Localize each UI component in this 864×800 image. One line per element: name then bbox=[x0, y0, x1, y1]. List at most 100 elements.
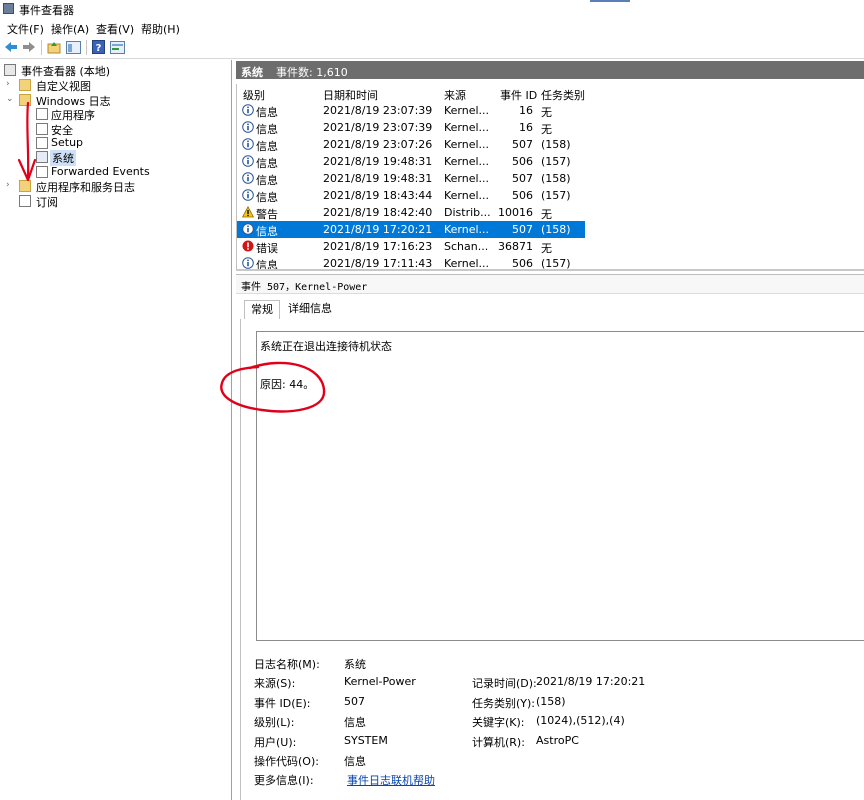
console-tree-icon[interactable] bbox=[65, 39, 81, 55]
cell-datetime: 2021/8/19 23:07:26 bbox=[323, 138, 433, 151]
cell-task: 无 bbox=[541, 123, 552, 136]
cell-event-id: 507 bbox=[512, 172, 533, 185]
column-header-level[interactable]: 级别 bbox=[243, 87, 265, 103]
event-list: 级别 日期和时间 来源 事件 ID 任务类别 信息 2021/8/19 23:07… bbox=[236, 84, 864, 270]
table-row[interactable]: 信息 2021/8/19 23:07:39 Kernel... 16 无 bbox=[237, 102, 585, 119]
forward-arrow-icon[interactable] bbox=[21, 39, 37, 55]
warning-icon bbox=[241, 205, 255, 218]
tree-item-application[interactable]: 应用程序 bbox=[36, 107, 226, 122]
column-header-event-id[interactable]: 事件 ID bbox=[500, 87, 537, 103]
help-icon[interactable]: ? bbox=[90, 39, 106, 55]
cell-source: Kernel... bbox=[444, 104, 490, 117]
log-icon bbox=[36, 151, 48, 163]
event-log-online-help-link[interactable]: 事件日志联机帮助 bbox=[347, 772, 435, 788]
cell-level: 信息 bbox=[256, 191, 278, 204]
info-icon bbox=[242, 138, 254, 150]
subscription-icon bbox=[19, 195, 31, 207]
recorded-value: 2021/8/19 17:20:21 bbox=[536, 675, 646, 688]
up-folder-icon[interactable] bbox=[46, 39, 62, 55]
log-name: 系统 bbox=[241, 66, 263, 79]
tree-item-security[interactable]: 安全 bbox=[36, 122, 226, 137]
tree-item-label: 自定义视图 bbox=[36, 80, 91, 93]
task-label: 任务类别(Y): bbox=[472, 697, 536, 710]
recorded-label: 记录时间(D): bbox=[472, 677, 537, 690]
column-header-datetime[interactable]: 日期和时间 bbox=[323, 87, 378, 103]
table-row[interactable]: 警告 2021/8/19 18:42:40 Distrib... 10016 无 bbox=[237, 204, 585, 221]
cell-event-id: 16 bbox=[519, 121, 533, 134]
table-row[interactable]: 信息 2021/8/19 23:07:26 Kernel... 507 (158) bbox=[237, 136, 585, 153]
tree-item-forwarded-events[interactable]: Forwarded Events bbox=[36, 165, 226, 179]
event-reason-line: 原因: 44。 bbox=[260, 378, 315, 391]
column-header-source[interactable]: 来源 bbox=[444, 87, 466, 103]
menu-help[interactable]: 帮助(H) bbox=[141, 21, 180, 37]
menu-view[interactable]: 查看(V) bbox=[96, 21, 134, 37]
menu-action[interactable]: 操作(A) bbox=[51, 21, 89, 37]
column-header-task[interactable]: 任务类别 bbox=[541, 87, 585, 103]
toolbar-separator bbox=[41, 40, 42, 55]
tree-item-label: 订阅 bbox=[36, 196, 58, 209]
tree-item-label: Forwarded Events bbox=[51, 165, 150, 178]
cell-event-id: 10016 bbox=[498, 206, 533, 219]
table-row[interactable]: 信息 2021/8/19 19:48:31 Kernel... 506 (157) bbox=[237, 153, 585, 170]
windows-log-folder-icon bbox=[19, 94, 31, 106]
table-row[interactable]: 错误 2021/8/19 17:16:23 Schan... 36871 无 bbox=[237, 238, 585, 255]
computer-label: 计算机(R): bbox=[472, 736, 525, 749]
chevron-right-icon[interactable]: › bbox=[6, 79, 14, 89]
tree-item-custom-views[interactable]: › 自定义视图 bbox=[6, 78, 226, 93]
list-splitter[interactable] bbox=[236, 269, 864, 271]
cell-source: Kernel... bbox=[444, 223, 490, 236]
more-info-label: 更多信息(I): bbox=[254, 774, 314, 787]
source-value: Kernel-Power bbox=[344, 675, 416, 688]
chevron-right-icon[interactable]: › bbox=[6, 180, 14, 190]
table-row[interactable]: 信息 2021/8/19 19:48:31 Kernel... 507 (158) bbox=[237, 170, 585, 187]
table-row[interactable]: 信息 2021/8/19 23:07:39 Kernel... 16 无 bbox=[237, 119, 585, 136]
level-label: 级别(L): bbox=[254, 716, 295, 729]
tab-details[interactable]: 详细信息 bbox=[282, 300, 338, 318]
info-icon bbox=[242, 121, 254, 133]
cell-datetime: 2021/8/19 17:16:23 bbox=[323, 240, 433, 253]
event-message-box[interactable]: 系统正在退出连接待机状态 原因: 44。 bbox=[256, 331, 864, 641]
task-value: (158) bbox=[536, 695, 566, 708]
event-viewer-app-icon bbox=[3, 3, 14, 14]
tab-general[interactable]: 常规 bbox=[244, 300, 280, 320]
cell-level: 警告 bbox=[256, 208, 278, 221]
cell-task: (158) bbox=[541, 138, 571, 151]
cell-level: 信息 bbox=[256, 123, 278, 136]
log-icon bbox=[36, 137, 48, 149]
cell-task: 无 bbox=[541, 242, 552, 255]
chevron-down-icon[interactable]: ⌄ bbox=[6, 94, 14, 104]
tree-item-windows-logs[interactable]: ⌄ Windows 日志 bbox=[6, 93, 226, 108]
event-message-line: 系统正在退出连接待机状态 bbox=[260, 340, 392, 353]
log-name-value: 系统 bbox=[344, 658, 366, 671]
info-icon bbox=[242, 104, 254, 116]
table-row[interactable]: 信息 2021/8/19 18:43:44 Kernel... 506 (157) bbox=[237, 187, 585, 204]
menu-file[interactable]: 文件(F) bbox=[7, 21, 44, 37]
cell-event-id: 16 bbox=[519, 104, 533, 117]
properties-icon[interactable] bbox=[109, 39, 125, 55]
cell-task: 无 bbox=[541, 106, 552, 119]
event-detail-title-text: 事件 507，Kernel-Power bbox=[241, 282, 368, 293]
table-row[interactable]: 信息 2021/8/19 17:11:43 Kernel... 506 (157) bbox=[237, 255, 585, 270]
cell-datetime: 2021/8/19 19:48:31 bbox=[323, 155, 433, 168]
event-id-label: 事件 ID(E): bbox=[254, 697, 311, 710]
level-value: 信息 bbox=[344, 716, 366, 729]
folder-icon bbox=[19, 79, 31, 91]
cell-level: 信息 bbox=[256, 106, 278, 119]
tree-item-app-services-logs[interactable]: › 应用程序和服务日志 bbox=[6, 179, 226, 194]
log-icon bbox=[36, 123, 48, 135]
back-arrow-icon[interactable] bbox=[3, 39, 19, 55]
tree-item-setup[interactable]: Setup bbox=[36, 136, 226, 150]
opcode-label: 操作代码(O): bbox=[254, 755, 319, 768]
user-value: SYSTEM bbox=[344, 734, 388, 747]
cell-datetime: 2021/8/19 23:07:39 bbox=[323, 121, 433, 134]
table-row[interactable]: 信息 2021/8/19 17:20:21 Kernel... 507 (158) bbox=[237, 221, 585, 238]
tree-item-system[interactable]: 系统 bbox=[36, 150, 226, 166]
tree-item-root[interactable]: 事件查看器 (本地) bbox=[4, 63, 224, 78]
cell-level: 信息 bbox=[256, 174, 278, 187]
detail-tabs: 常规 详细信息 bbox=[240, 297, 864, 320]
log-icon bbox=[36, 166, 48, 178]
cell-source: Kernel... bbox=[444, 189, 490, 202]
tree-item-subscriptions[interactable]: 订阅 bbox=[19, 194, 219, 209]
tree-item-label: Setup bbox=[51, 136, 84, 149]
cell-task: (158) bbox=[541, 172, 571, 185]
